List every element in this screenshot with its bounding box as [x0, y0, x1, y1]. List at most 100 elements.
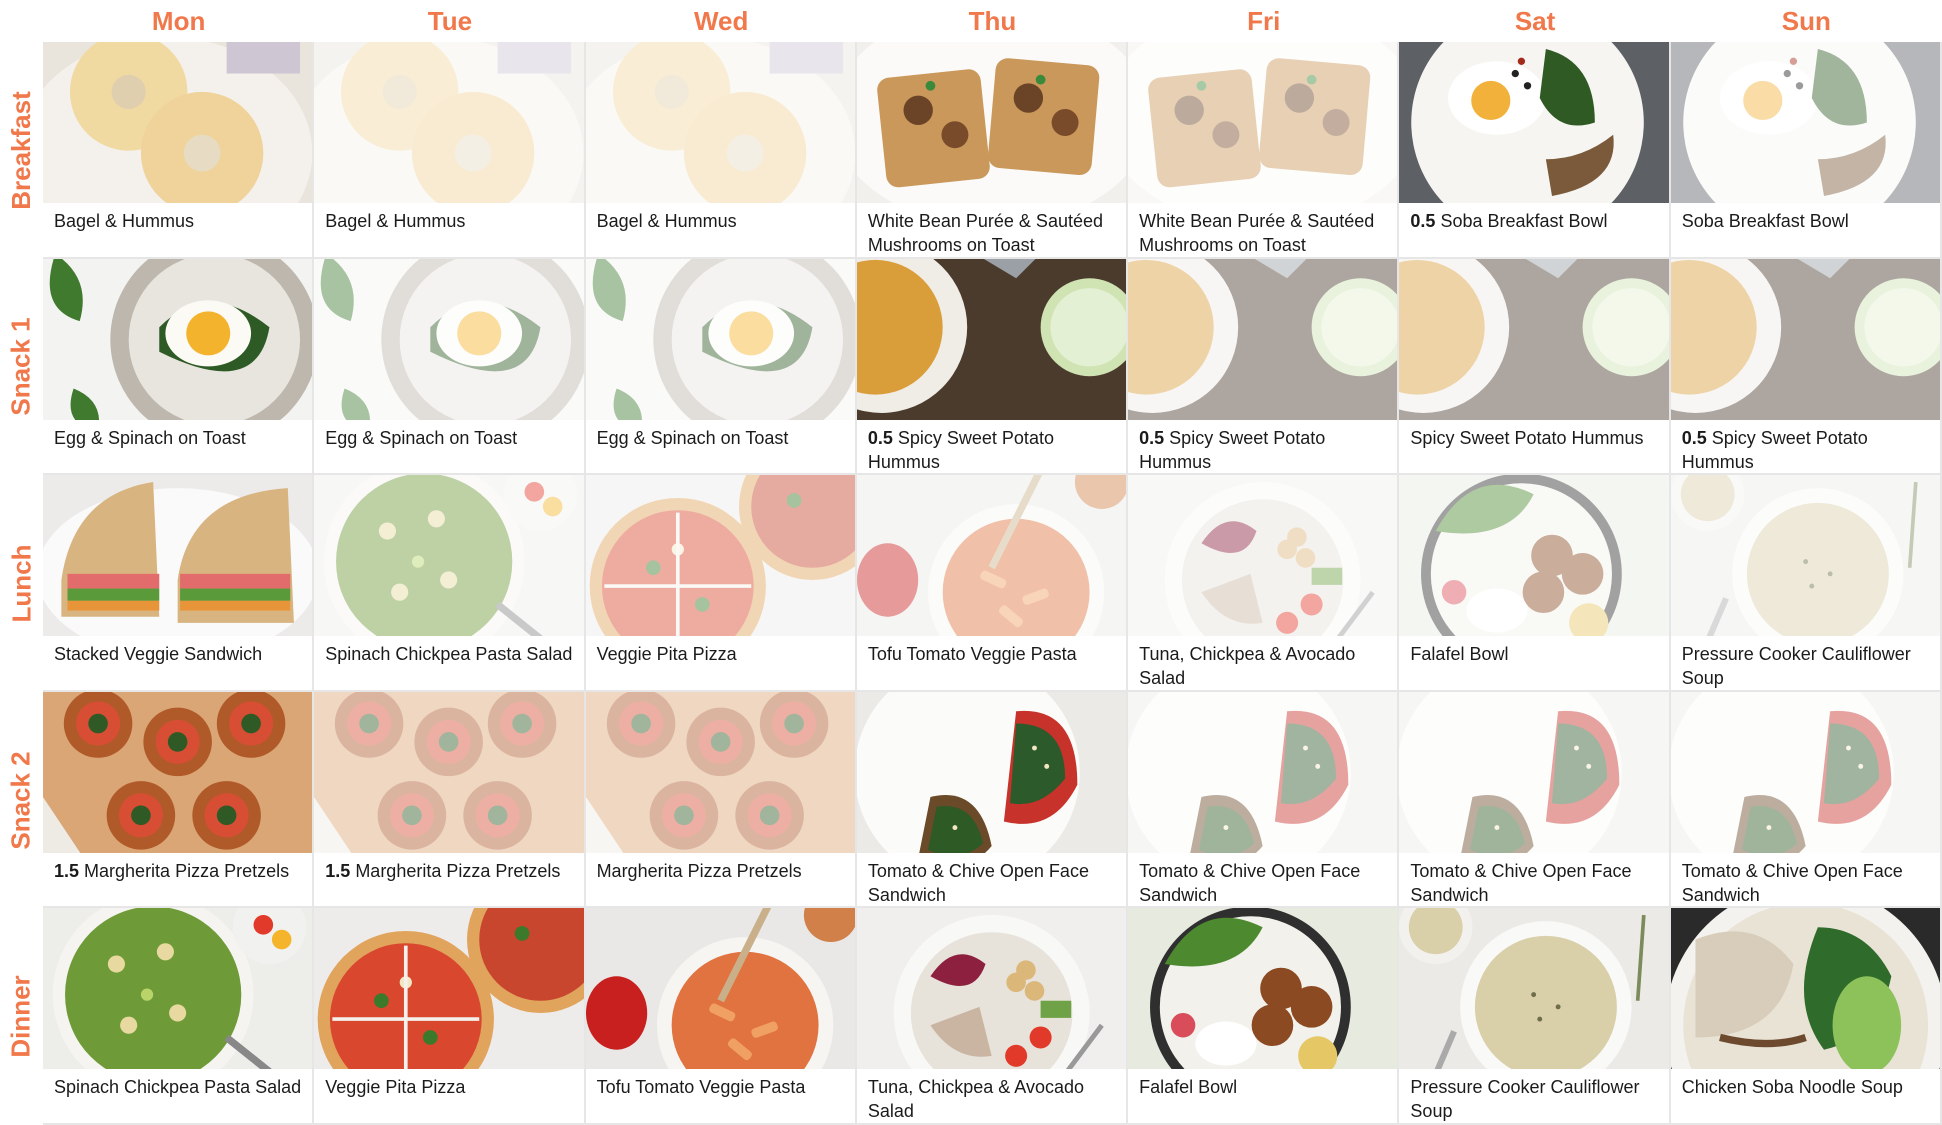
meal-card[interactable]: Pressure Cooker Cauliflower Soup	[1399, 908, 1671, 1125]
meal-card[interactable]: 0.5 Spicy Sweet Potato Hummus	[856, 258, 1129, 476]
meal-photo	[1128, 258, 1398, 420]
meal-name: Spicy Sweet Potato Hummus	[867, 427, 1054, 472]
meal-caption: Pressure Cooker Cauliflower Soup	[1671, 636, 1940, 690]
meal-card[interactable]: Bagel & Hummus	[314, 42, 586, 259]
meal-card[interactable]: Veggie Pita Pizza	[585, 475, 857, 692]
serving-quantity: 0.5	[1139, 427, 1165, 448]
meal-name: Egg & Spinach on Toast	[54, 427, 246, 448]
meal-photo	[1128, 691, 1398, 853]
meal-card[interactable]: 0.5 Spicy Sweet Potato Hummus	[1128, 258, 1400, 476]
meal-name: Veggie Pita Pizza	[596, 644, 737, 665]
meal-photo	[43, 475, 313, 637]
meal-label-text: Snack 2	[6, 750, 37, 850]
meal-card[interactable]: 0.5 Spicy Sweet Potato Hummus	[1670, 258, 1942, 476]
meal-card[interactable]: Tuna, Chickpea & Avocado Salad	[856, 908, 1129, 1125]
meal-card[interactable]: Tofu Tomato Veggie Pasta	[856, 475, 1129, 692]
meal-name: Spinach Chickpea Pasta Salad	[54, 1077, 302, 1098]
meal-name: Tofu Tomato Veggie Pasta	[867, 644, 1077, 665]
meal-label-text: Dinner	[6, 975, 36, 1058]
meal-caption: Bagel & Hummus	[314, 203, 583, 233]
meal-photo	[1670, 42, 1940, 203]
meal-name: Stacked Veggie Sandwich	[54, 644, 263, 665]
meal-card[interactable]: Egg & Spinach on Toast	[43, 258, 315, 476]
meal-caption: 0.5 Soba Breakfast Bowl	[1399, 203, 1668, 233]
meal-caption: Spinach Chickpea Pasta Salad	[43, 1069, 312, 1099]
meal-card[interactable]: Tomato & Chive Open Face Sandwich	[1670, 691, 1942, 909]
meal-caption: Pressure Cooker Cauliflower Soup	[1399, 1069, 1668, 1123]
meal-label-text: Snack 1	[6, 317, 37, 417]
meal-card[interactable]: Bagel & Hummus	[585, 42, 857, 259]
meal-caption: Tomato & Chive Open Face Sandwich	[857, 853, 1126, 907]
meal-caption: White Bean Purée & Sautéed Mushrooms on …	[1128, 203, 1397, 257]
meal-photo	[1128, 908, 1398, 1070]
meal-name: Falafel Bowl	[1139, 1077, 1238, 1098]
meal-photo	[856, 908, 1127, 1070]
meal-name: Tuna, Chickpea & Avocado Salad	[867, 1077, 1084, 1122]
meal-card[interactable]: Tomato & Chive Open Face Sandwich	[1128, 691, 1400, 909]
meal-photo	[1399, 42, 1669, 203]
meal-photo	[43, 42, 313, 203]
meal-card[interactable]: Egg & Spinach on Toast	[314, 258, 586, 476]
meal-name: Spicy Sweet Potato Hummus	[1139, 427, 1326, 472]
day-header-sun: Sun	[1781, 5, 1831, 36]
meal-card[interactable]: 1.5 Margherita Pizza Pretzels	[43, 691, 315, 909]
meal-photo	[1670, 475, 1940, 637]
meal-photo	[1128, 475, 1398, 637]
meal-name: White Bean Purée & Sautéed Mushrooms on …	[867, 211, 1103, 255]
meal-caption: Egg & Spinach on Toast	[586, 420, 855, 450]
meal-caption: Veggie Pita Pizza	[586, 636, 855, 666]
meal-name: Veggie Pita Pizza	[325, 1077, 466, 1098]
meal-name: Tomato & Chive Open Face Sandwich	[867, 860, 1089, 905]
meal-caption: Egg & Spinach on Toast	[43, 420, 312, 450]
meal-card[interactable]: Falafel Bowl	[1128, 908, 1400, 1125]
meal-card[interactable]: Egg & Spinach on Toast	[585, 258, 857, 476]
meal-name: Bagel & Hummus	[596, 211, 737, 231]
meal-card[interactable]: Chicken Soba Noodle Soup	[1670, 908, 1942, 1125]
meal-plan-grid: Mon Tue Wed Thu Fri Sat Sun Breakfast Bagel & Hu…	[0, 0, 1942, 1125]
serving-quantity: 0.5	[1681, 427, 1707, 448]
meal-photo	[585, 908, 855, 1070]
meal-card[interactable]: 0.5 Soba Breakfast Bowl	[1399, 42, 1671, 259]
meal-card[interactable]: Soba Breakfast Bowl	[1670, 42, 1942, 259]
serving-quantity: 0.5	[1410, 211, 1436, 231]
meal-card[interactable]: Tomato & Chive Open Face Sandwich	[1399, 691, 1671, 909]
meal-photo	[1128, 42, 1398, 203]
meal-label: Snack 2	[0, 692, 43, 909]
meal-card[interactable]: Spicy Sweet Potato Hummus	[1399, 258, 1671, 476]
meal-card[interactable]: White Bean Purée & Sautéed Mushrooms on …	[856, 42, 1129, 259]
meal-card[interactable]: Spinach Chickpea Pasta Salad	[43, 908, 315, 1125]
meal-card[interactable]: Spinach Chickpea Pasta Salad	[314, 475, 586, 692]
meal-photo	[585, 42, 855, 203]
meal-caption: Falafel Bowl	[1399, 636, 1668, 666]
meal-caption: Bagel & Hummus	[586, 203, 855, 233]
meal-name: Chicken Soba Noodle Soup	[1681, 1077, 1903, 1098]
meal-photo	[1399, 908, 1669, 1070]
meal-caption: Tofu Tomato Veggie Pasta	[857, 636, 1126, 666]
meal-card[interactable]: Margherita Pizza Pretzels	[585, 691, 857, 909]
meal-card[interactable]: Tomato & Chive Open Face Sandwich	[856, 691, 1129, 909]
meal-card[interactable]: Veggie Pita Pizza	[314, 908, 586, 1125]
meal-card[interactable]: Bagel & Hummus	[43, 42, 315, 259]
meal-photo	[43, 908, 313, 1070]
meal-card[interactable]: Tuna, Chickpea & Avocado Salad	[1128, 475, 1400, 692]
meal-card[interactable]: Pressure Cooker Cauliflower Soup	[1670, 475, 1942, 692]
corner-spacer	[0, 0, 43, 42]
meal-name: Pressure Cooker Cauliflower Soup	[1410, 1077, 1640, 1122]
meal-caption: Tomato & Chive Open Face Sandwich	[1671, 853, 1940, 907]
meal-name: Bagel & Hummus	[325, 211, 466, 231]
meal-name: Spicy Sweet Potato Hummus	[1681, 427, 1868, 472]
meal-card[interactable]: Tofu Tomato Veggie Pasta	[585, 908, 857, 1125]
meal-photo	[1670, 258, 1940, 420]
meal-photo	[856, 258, 1127, 420]
meal-name: Margherita Pizza Pretzels	[84, 860, 290, 881]
meal-card[interactable]: 1.5 Margherita Pizza Pretzels	[314, 691, 586, 909]
day-header-wed: Wed	[693, 5, 749, 36]
meal-card[interactable]: White Bean Purée & Sautéed Mushrooms on …	[1128, 42, 1400, 259]
meal-name: Spinach Chickpea Pasta Salad	[325, 644, 573, 665]
meal-caption: 1.5 Margherita Pizza Pretzels	[43, 853, 312, 883]
meal-caption: Tomato & Chive Open Face Sandwich	[1128, 853, 1397, 907]
meal-card[interactable]: Falafel Bowl	[1399, 475, 1671, 692]
meal-card[interactable]: Stacked Veggie Sandwich	[43, 475, 315, 692]
meal-name: Pressure Cooker Cauliflower Soup	[1681, 644, 1911, 689]
meal-photo	[43, 691, 313, 853]
